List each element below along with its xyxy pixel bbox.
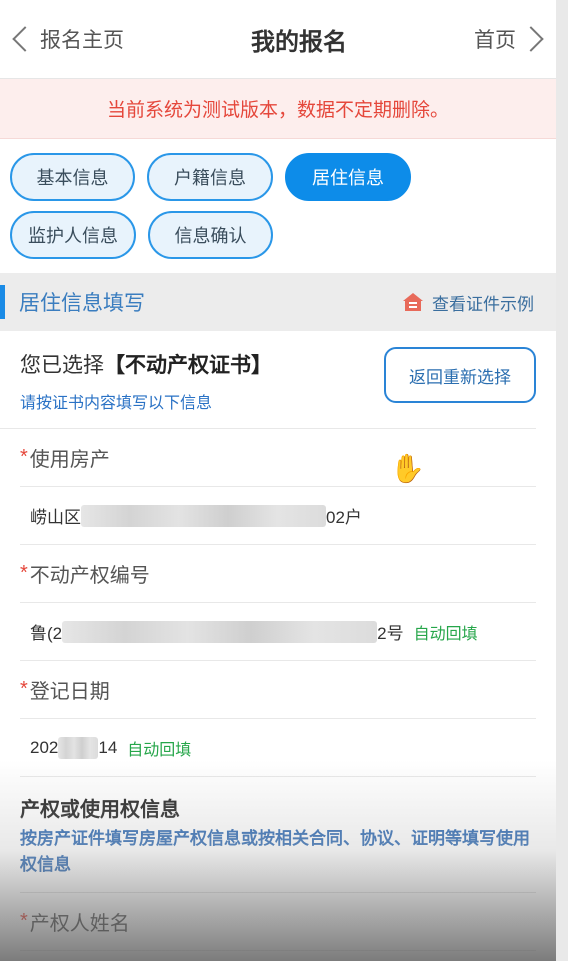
owner-name-label: 产权人姓名: [29, 913, 130, 935]
redacted-blur: [58, 736, 99, 759]
property-value-end: 02户: [326, 508, 362, 527]
selected-prefix: 您已选择: [20, 354, 104, 377]
chevron-right-icon: [518, 26, 544, 52]
step-tabs: 基本信息 户籍信息 居住信息 监护人信息 信息确认: [0, 139, 556, 269]
test-version-notice: 当前系统为测试版本，数据不定期删除。: [0, 79, 556, 139]
page-title: 我的报名: [251, 28, 347, 56]
cert-no-field[interactable]: 鲁(2 2号 自动回填: [20, 603, 536, 661]
cert-no-value-start: 鲁(2: [30, 624, 63, 643]
property-field[interactable]: 崂山区 02户: [20, 487, 536, 545]
home-label: 首页: [474, 29, 516, 52]
scrollbar-track[interactable]: [556, 0, 568, 961]
required-mark: *: [20, 562, 28, 584]
top-nav-bar: 报名主页 我的报名 首页: [0, 0, 556, 79]
section-title: 居住信息填写: [19, 292, 145, 315]
reselect-button[interactable]: 返回重新选择: [384, 347, 536, 403]
required-mark: *: [20, 678, 28, 700]
hand-cursor-icon: ✋: [390, 453, 425, 484]
cert-no-label-row: * 不动产权编号: [20, 545, 536, 603]
house-certificate-icon: [402, 292, 424, 312]
reg-date-value-end: 14: [98, 737, 118, 757]
redacted-blur: [81, 504, 326, 527]
auto-fill-tag: 自动回填: [127, 741, 192, 759]
owner-name-label-row: * 产权人姓名: [20, 893, 536, 951]
required-mark: *: [20, 910, 28, 932]
reg-date-value-start: 202: [30, 737, 59, 757]
tab-residence-info[interactable]: 居住信息: [285, 153, 411, 201]
rights-info-title: 产权或使用权信息: [20, 799, 180, 821]
reg-date-label-row: * 登记日期: [20, 661, 536, 719]
selected-document-panel: 您已选择【不动产权证书】 请按证书内容填写以下信息 返回重新选择: [0, 331, 536, 429]
cert-no-label: 不动产权编号: [29, 565, 150, 587]
auto-fill-tag: 自动回填: [413, 625, 478, 643]
redacted-blur: [62, 620, 378, 643]
tab-guardian-info[interactable]: 监护人信息: [10, 211, 136, 259]
registration-page: 报名主页 我的报名 首页 当前系统为测试版本，数据不定期删除。 基本信息 户籍信…: [0, 0, 556, 961]
selected-document-type: 【不动产权证书】: [104, 354, 272, 377]
required-mark: *: [20, 446, 28, 468]
reg-date-field[interactable]: 202 14 自动回填: [20, 719, 536, 777]
home-link[interactable]: 首页: [474, 24, 546, 54]
section-header: 居住信息填写 查看证件示例: [0, 273, 556, 331]
view-example-link[interactable]: 查看证件示例: [402, 290, 534, 315]
view-example-label: 查看证件示例: [432, 294, 534, 314]
rights-info-block: 产权或使用权信息 按房产证件填写房屋产权信息或按相关合同、协议、证明等填写使用权…: [20, 777, 536, 893]
property-value-start: 崂山区: [30, 508, 81, 527]
reg-date-label: 登记日期: [29, 681, 110, 703]
tab-household-info[interactable]: 户籍信息: [147, 153, 273, 201]
property-label-row: * 使用房产: [20, 429, 536, 487]
rights-info-description: 按房产证件填写房屋产权信息或按相关合同、协议、证明等填写使用权信息: [20, 829, 530, 874]
back-to-registration-home-link[interactable]: 报名主页: [8, 24, 124, 54]
tab-confirm-info[interactable]: 信息确认: [148, 211, 273, 259]
tab-basic-info[interactable]: 基本信息: [10, 153, 135, 201]
cert-no-value-end: 2号: [377, 624, 404, 643]
section-accent-bar: [0, 285, 5, 319]
back-label: 报名主页: [40, 29, 124, 52]
property-label: 使用房产: [29, 449, 110, 471]
chevron-left-icon: [12, 26, 38, 52]
